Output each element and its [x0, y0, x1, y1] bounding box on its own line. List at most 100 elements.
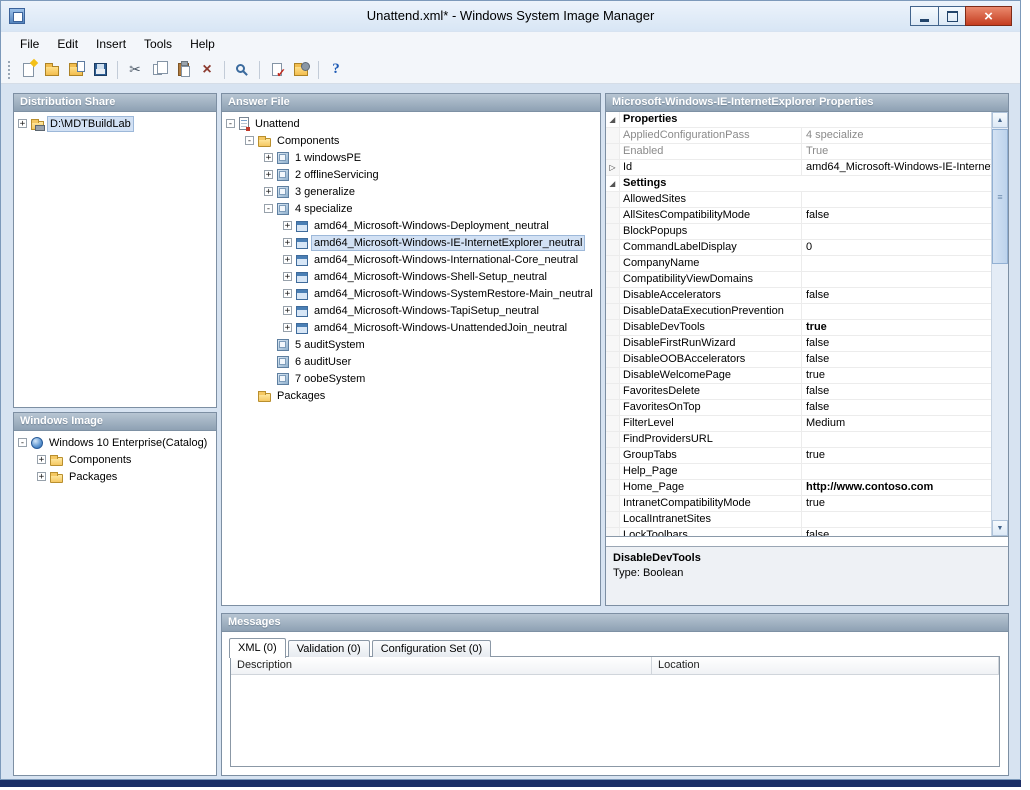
toolbar-button[interactable]: [325, 59, 347, 81]
title-bar[interactable]: Unattend.xml* - Windows System Image Man…: [1, 1, 1020, 31]
expander-icon[interactable]: [283, 255, 292, 264]
expander-icon[interactable]: [245, 136, 254, 145]
toolbar-button[interactable]: [41, 59, 63, 81]
property-row[interactable]: Enabled True: [606, 144, 991, 160]
close-button[interactable]: [965, 6, 1012, 26]
expander-icon[interactable]: [283, 238, 292, 247]
column-header[interactable]: Description: [231, 657, 652, 674]
expander-icon[interactable]: [283, 221, 292, 230]
tree-node[interactable]: Components: [14, 451, 216, 468]
expander-icon[interactable]: [264, 204, 273, 213]
toolbar-button[interactable]: [65, 59, 87, 81]
property-row[interactable]: BlockPopups: [606, 224, 991, 240]
property-row[interactable]: DisableDevTools true: [606, 320, 991, 336]
property-row[interactable]: Properties: [606, 112, 991, 128]
toolbar-button[interactable]: [124, 59, 146, 81]
property-row[interactable]: LockToolbars false: [606, 528, 991, 536]
property-row[interactable]: CompatibilityViewDomains: [606, 272, 991, 288]
tree-node[interactable]: 6 auditUser: [222, 353, 600, 370]
property-row[interactable]: AppliedConfigurationPass 4 specialize: [606, 128, 991, 144]
property-row[interactable]: DisableWelcomePage true: [606, 368, 991, 384]
tree-node[interactable]: amd64_Microsoft-Windows-Shell-Setup_neut…: [222, 268, 600, 285]
help-icon: [332, 61, 340, 78]
scroll-up-icon[interactable]: ▲: [992, 112, 1008, 128]
tree-node[interactable]: 7 oobeSystem: [222, 370, 600, 387]
toolbar-button[interactable]: [17, 59, 39, 81]
property-row[interactable]: Home_Page http://www.contoso.com: [606, 480, 991, 496]
tree-node[interactable]: amd64_Microsoft-Windows-SystemRestore-Ma…: [222, 285, 600, 302]
toolbar-button[interactable]: [172, 59, 194, 81]
tree-node[interactable]: 1 windowsPE: [222, 149, 600, 166]
property-row[interactable]: GroupTabs true: [606, 448, 991, 464]
toolbar-button[interactable]: [266, 59, 288, 81]
property-row[interactable]: DisableAccelerators false: [606, 288, 991, 304]
property-row[interactable]: LocalIntranetSites: [606, 512, 991, 528]
tree-node[interactable]: Unattend: [222, 115, 600, 132]
menu-tools[interactable]: Tools: [135, 34, 181, 54]
scrollbar-thumb[interactable]: [992, 129, 1008, 264]
tree-node[interactable]: Components: [222, 132, 600, 149]
property-row[interactable]: FavoritesDelete false: [606, 384, 991, 400]
row-expander-icon: [606, 240, 620, 255]
tree-node[interactable]: amd64_Microsoft-Windows-IE-InternetExplo…: [222, 234, 600, 251]
toolbar-button[interactable]: [89, 59, 111, 81]
property-row[interactable]: FindProvidersURL: [606, 432, 991, 448]
expander-icon[interactable]: [226, 119, 235, 128]
menu-file[interactable]: File: [11, 34, 48, 54]
menu-edit[interactable]: Edit: [48, 34, 87, 54]
expander-icon[interactable]: [283, 272, 292, 281]
toolbar-button[interactable]: [231, 59, 253, 81]
description-splitter[interactable]: [606, 538, 1008, 546]
expander-icon[interactable]: [283, 306, 292, 315]
expander-icon[interactable]: [18, 119, 27, 128]
property-row[interactable]: CommandLabelDisplay 0: [606, 240, 991, 256]
scroll-down-icon[interactable]: ▼: [992, 520, 1008, 536]
expander-icon[interactable]: [264, 153, 273, 162]
property-row[interactable]: DisableDataExecutionPrevention: [606, 304, 991, 320]
expander-icon[interactable]: [283, 289, 292, 298]
expander-icon[interactable]: [283, 323, 292, 332]
tree-node[interactable]: Packages: [222, 387, 600, 404]
toolbar-grip[interactable]: [8, 61, 11, 79]
tab-configuration-set[interactable]: Configuration Set (0): [372, 640, 492, 657]
property-row[interactable]: DisableFirstRunWizard false: [606, 336, 991, 352]
messages-pane: Messages XML (0)Validation (0)Configurat…: [221, 613, 1009, 776]
expander-icon[interactable]: [18, 438, 27, 447]
tab-xml[interactable]: XML (0): [229, 638, 286, 658]
property-row[interactable]: FavoritesOnTop false: [606, 400, 991, 416]
tab-validation[interactable]: Validation (0): [288, 640, 370, 657]
menu-help[interactable]: Help: [181, 34, 224, 54]
tree-node[interactable]: Packages: [14, 468, 216, 485]
toolbar-button[interactable]: [290, 59, 312, 81]
tree-node[interactable]: 5 auditSystem: [222, 336, 600, 353]
property-row[interactable]: AllSitesCompatibilityMode false: [606, 208, 991, 224]
menu-insert[interactable]: Insert: [87, 34, 135, 54]
expander-icon[interactable]: [37, 472, 46, 481]
property-row[interactable]: IntranetCompatibilityMode true: [606, 496, 991, 512]
tree-node[interactable]: amd64_Microsoft-Windows-UnattendedJoin_n…: [222, 319, 600, 336]
toolbar-button[interactable]: [196, 59, 218, 81]
expander-icon[interactable]: [264, 187, 273, 196]
minimize-button[interactable]: [910, 6, 939, 26]
expander-icon[interactable]: [37, 455, 46, 464]
property-row[interactable]: CompanyName: [606, 256, 991, 272]
property-row[interactable]: Settings: [606, 176, 991, 192]
tree-node[interactable]: 2 offlineServicing: [222, 166, 600, 183]
tree-node[interactable]: Windows 10 Enterprise(Catalog): [14, 434, 216, 451]
tree-node[interactable]: 3 generalize: [222, 183, 600, 200]
tree-node[interactable]: 4 specialize: [222, 200, 600, 217]
maximize-button[interactable]: [938, 6, 966, 26]
column-header[interactable]: Location: [652, 657, 999, 674]
property-row[interactable]: Id amd64_Microsoft-Windows-IE-InternetEx: [606, 160, 991, 176]
property-row[interactable]: AllowedSites: [606, 192, 991, 208]
tree-node[interactable]: D:\MDTBuildLab: [14, 115, 216, 132]
property-row[interactable]: FilterLevel Medium: [606, 416, 991, 432]
property-row[interactable]: Help_Page: [606, 464, 991, 480]
expander-icon[interactable]: [264, 170, 273, 179]
tree-node[interactable]: amd64_Microsoft-Windows-TapiSetup_neutra…: [222, 302, 600, 319]
toolbar-button[interactable]: [148, 59, 170, 81]
property-grid-scrollbar[interactable]: ▲ ▼: [991, 112, 1008, 536]
tree-node[interactable]: amd64_Microsoft-Windows-Deployment_neutr…: [222, 217, 600, 234]
tree-node[interactable]: amd64_Microsoft-Windows-International-Co…: [222, 251, 600, 268]
property-row[interactable]: DisableOOBAccelerators false: [606, 352, 991, 368]
